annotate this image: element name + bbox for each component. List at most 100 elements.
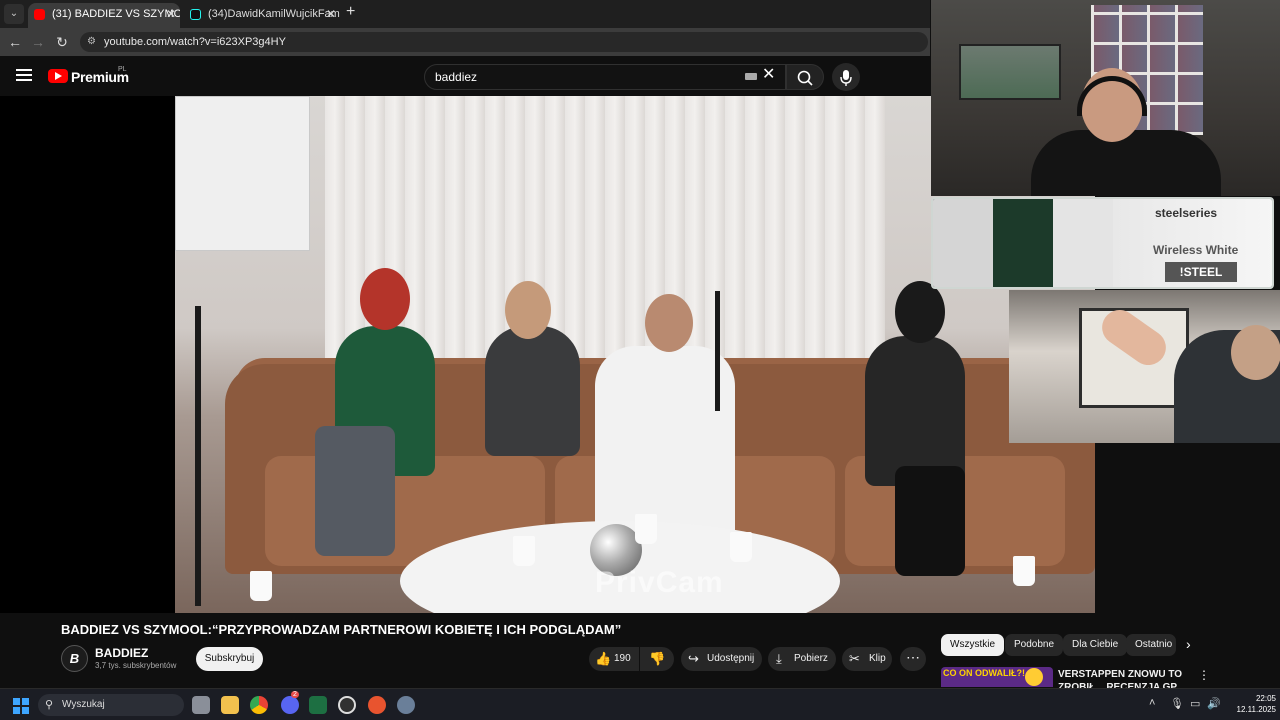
subscriber-count: 3,7 tys. subskrybentów	[95, 661, 177, 670]
menu-icon[interactable]	[16, 69, 32, 81]
clip-label: Klip	[869, 653, 886, 664]
cup	[513, 536, 535, 566]
youtube-header: Premium PL baddiez	[0, 56, 930, 96]
youtube-icon	[34, 9, 45, 20]
share-icon: ↪	[688, 651, 699, 666]
tab-tiktok[interactable]: (34)DawidKamilWujcikFameMm ✕	[184, 3, 340, 28]
discord-badge: 2	[291, 691, 299, 698]
share-button[interactable]: ↪ Udostępnij	[681, 647, 762, 671]
windows-taskbar: ⚲ Wyszukaj 2 ˄ 🎙 ▭ 🔊 22:05 12.11.2025	[0, 688, 1280, 720]
tiktok-icon	[190, 9, 201, 20]
youtube-logo-icon[interactable]	[48, 69, 68, 83]
recommendation-thumbnail[interactable]: CO ON ODWALIŁ?!	[941, 667, 1053, 687]
ad-command: !STEEL	[1165, 262, 1237, 282]
aquarium	[959, 44, 1061, 100]
clip-button[interactable]: ✂ Klip	[842, 647, 892, 671]
address-bar-row: ← → ↻ ⚙ youtube.com/watch?v=i623XP3g4HY	[0, 28, 930, 56]
taskbar-search-placeholder: Wyszukaj	[62, 699, 105, 710]
search-button[interactable]	[786, 64, 824, 90]
brave-icon[interactable]	[368, 696, 386, 714]
ad-product: Wireless White	[1153, 243, 1239, 257]
thumbs-down-icon: 👎	[649, 651, 666, 666]
taskbar-clock[interactable]: 22:05 12.11.2025	[1226, 693, 1276, 715]
person-head	[1231, 325, 1280, 380]
cup	[1013, 556, 1035, 586]
close-tab-icon[interactable]: ✕	[166, 3, 176, 25]
chevron-right-icon[interactable]: ›	[1186, 636, 1191, 652]
like-button[interactable]: 👍 190	[589, 647, 639, 671]
person-head	[645, 294, 693, 352]
streamer-body	[1031, 130, 1221, 196]
person-right	[865, 336, 965, 486]
windows-start-icon[interactable]	[13, 698, 29, 714]
tab-baddiez[interactable]: (31) BADDIEZ VS SZYMOOL:“PR ✕	[28, 3, 180, 28]
chip-related[interactable]: Podobne	[1005, 634, 1064, 656]
boots	[895, 466, 965, 576]
chip-all[interactable]: Wszystkie	[941, 634, 1004, 656]
microphone-icon[interactable]: 🎙	[1170, 697, 1184, 710]
kebab-menu-icon[interactable]: ⋮	[1198, 668, 1210, 682]
url-text: youtube.com/watch?v=i623XP3g4HY	[104, 36, 286, 48]
channel-avatar[interactable]: B	[61, 645, 88, 672]
keyboard-icon[interactable]	[745, 73, 757, 80]
tab-label: (31) BADDIEZ VS SZYMOOL:“PR	[52, 8, 180, 20]
taskbar-search[interactable]: ⚲ Wyszukaj	[38, 694, 184, 716]
back-button[interactable]: ←	[5, 32, 25, 52]
browser-tab-bar: ⌄ (31) BADDIEZ VS SZYMOOL:“PR ✕ (34)Dawi…	[0, 0, 930, 28]
search-icon	[797, 70, 813, 86]
channel-name[interactable]: BADDIEZ	[95, 646, 148, 660]
dislike-button[interactable]: 👎	[640, 647, 674, 671]
emoji-icon	[1025, 668, 1043, 686]
clear-search-icon[interactable]: ✕	[762, 64, 775, 84]
wall-panel	[175, 96, 310, 251]
volume-icon[interactable]: 🔊	[1207, 697, 1221, 710]
chip-for-you[interactable]: Dla Ciebie	[1063, 634, 1128, 656]
site-info-icon[interactable]: ⚙	[87, 32, 96, 52]
close-tab-icon[interactable]: ✕	[326, 3, 336, 25]
microphone-icon	[840, 70, 852, 86]
url-field[interactable]: ⚙ youtube.com/watch?v=i623XP3g4HY	[80, 32, 928, 52]
cup	[635, 514, 657, 544]
streamer-webcam	[931, 0, 1280, 196]
forward-button[interactable]: →	[28, 32, 48, 52]
person-head	[895, 281, 945, 343]
download-icon: ⤓	[776, 651, 782, 666]
thumbnail-text: CO ON ODWALIŁ?!	[943, 668, 1025, 678]
headphones-image	[933, 199, 993, 287]
reload-button[interactable]: ↻	[52, 32, 72, 52]
chrome-icon[interactable]	[250, 696, 268, 714]
cup	[730, 532, 752, 562]
person-center-left	[485, 326, 580, 456]
download-label: Pobierz	[794, 653, 828, 664]
chip-recent[interactable]: Ostatnio	[1126, 634, 1176, 656]
clock-time: 22:05	[1255, 694, 1276, 703]
thumbs-up-icon: 👍	[595, 651, 612, 666]
file-explorer-icon[interactable]	[221, 696, 239, 714]
person-center-right	[595, 346, 735, 546]
search-input[interactable]: baddiez	[424, 64, 786, 90]
voice-search-button[interactable]	[832, 63, 860, 91]
discord-icon[interactable]: 2	[281, 691, 299, 714]
new-tab-button[interactable]: +	[346, 3, 355, 21]
product-image	[993, 199, 1053, 287]
cup	[250, 571, 272, 601]
region-code: PL	[118, 66, 127, 73]
share-label: Udostępnij	[707, 653, 755, 664]
more-actions-button[interactable]: ⋯	[900, 647, 926, 671]
scissors-icon: ✂	[849, 651, 860, 666]
obs-icon[interactable]	[338, 696, 356, 714]
mic-stand	[195, 306, 201, 606]
tab-search-button[interactable]: ⌄	[4, 4, 24, 24]
like-count: 190	[614, 653, 631, 664]
mic-stand	[715, 291, 720, 411]
person-head	[505, 281, 551, 339]
recommendation-title[interactable]: VERSTAPPEN ZNOWU TO ZROBIŁ... RECENZJA G…	[1058, 668, 1188, 688]
excel-icon[interactable]	[309, 696, 327, 714]
network-icon[interactable]: ▭	[1190, 697, 1200, 710]
search-icon: ⚲	[45, 699, 54, 711]
task-view-icon[interactable]	[192, 696, 210, 714]
download-button[interactable]: ⤓ Pobierz	[768, 647, 836, 671]
chevron-up-icon[interactable]: ˄	[1149, 697, 1155, 709]
settings-icon[interactable]	[397, 696, 415, 714]
subscribe-button[interactable]: Subskrybuj	[196, 647, 263, 671]
